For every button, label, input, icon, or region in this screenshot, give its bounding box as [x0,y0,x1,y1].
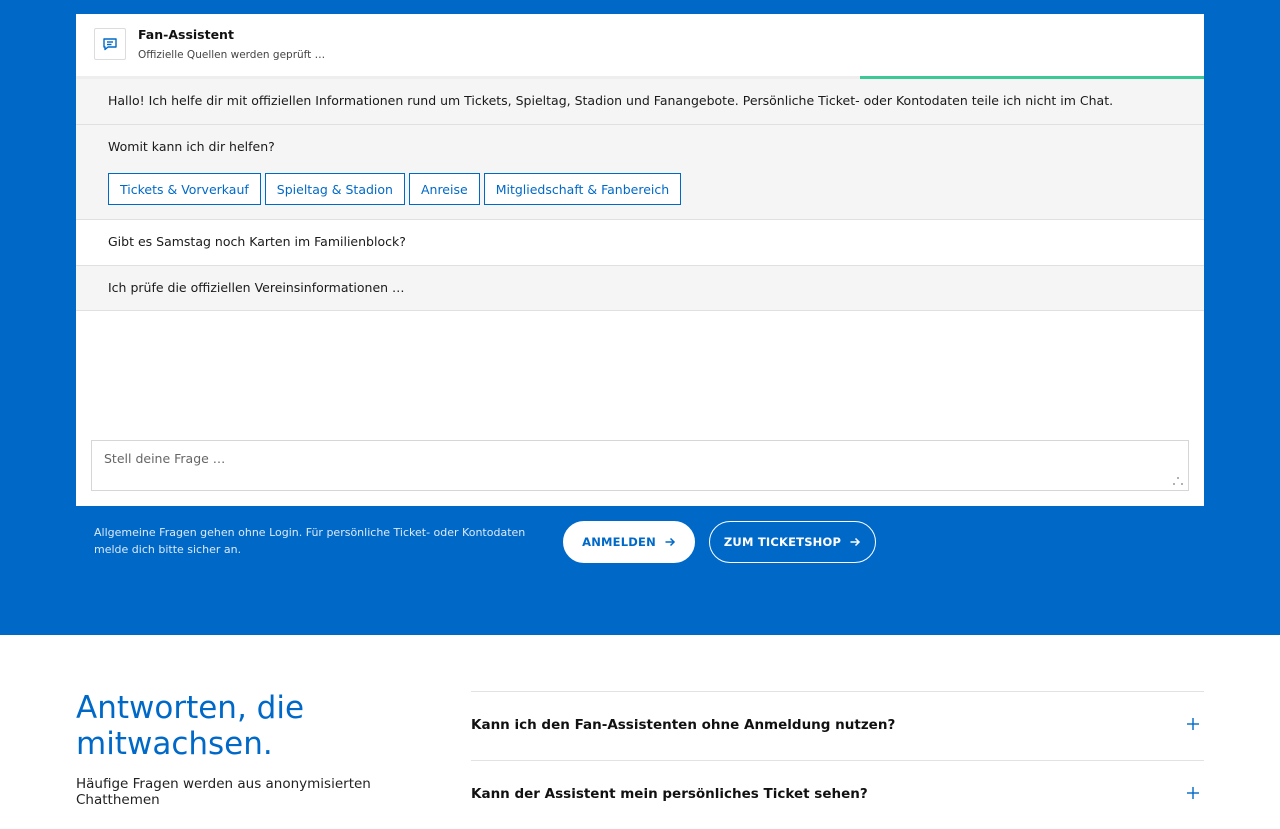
chat-message-bot: Womit kann ich dir helfen? Tickets & Vor… [76,125,1204,220]
question-input[interactable] [92,441,1188,490]
chat-title: Fan-Assistent [138,27,234,42]
quick-reply-tickets[interactable]: Tickets & Vorverkauf [108,173,261,205]
message-text: Hallo! Ich helfe dir mit offiziellen Inf… [108,93,1114,108]
chat-message-bot: Ich prüfe die offiziellen Vereinsinforma… [76,266,1204,311]
login-button-label: ANMELDEN [582,535,656,549]
faq-intro: Häufige Fragen werden aus anonymisierten… [76,776,371,808]
chat-bubble-icon [94,28,126,60]
message-text: Ich prüfe die offiziellen Vereinsinforma… [108,280,405,295]
chat-panel: Fan-Assistent Offizielle Quellen werden … [76,14,1204,506]
plus-icon[interactable] [1186,786,1200,800]
faq-heading: Antworten, die mitwachsen. [76,690,305,762]
chat-status: Offizielle Quellen werden geprüft … [138,49,326,61]
login-hint: Allgemeine Fragen gehen ohne Login. Für … [94,526,526,556]
question-input-wrapper [91,440,1189,491]
faq-list: Kann ich den Fan-Assistenten ohne Anmeld… [471,691,1204,829]
message-text: Gibt es Samstag noch Karten im Familienb… [108,234,406,249]
quick-reply-spieltag[interactable]: Spieltag & Stadion [264,173,405,205]
login-button[interactable]: ANMELDEN [563,521,695,563]
chat-message-user: Gibt es Samstag noch Karten im Familienb… [76,220,1204,266]
chat-header: Fan-Assistent Offizielle Quellen werden … [76,14,1204,77]
chat-message-bot: Hallo! Ich helfe dir mit offiziellen Inf… [76,79,1204,125]
faq-item[interactable]: Kann ich den Fan-Assistenten ohne Anmeld… [471,691,1204,760]
ticketshop-button[interactable]: ZUM TICKETSHOP [709,521,876,563]
arrow-right-icon [850,537,861,547]
quick-reply-mitgliedschaft[interactable]: Mitgliedschaft & Fanbereich [483,173,682,205]
arrow-right-icon [665,537,675,547]
ticketshop-button-label: ZUM TICKETSHOP [723,535,842,549]
message-text: Womit kann ich dir helfen? [108,139,275,154]
resize-grip-icon[interactable] [1171,476,1185,486]
faq-question: Kann ich den Fan-Assistenten ohne Anmeld… [471,717,896,733]
faq-item[interactable]: Kann der Assistent mein persönliches Tic… [471,760,1204,829]
plus-icon[interactable] [1186,717,1200,731]
quick-reply-group: Tickets & Vorverkauf Spieltag & Stadion … [108,173,682,205]
quick-reply-anreise[interactable]: Anreise [408,173,480,205]
